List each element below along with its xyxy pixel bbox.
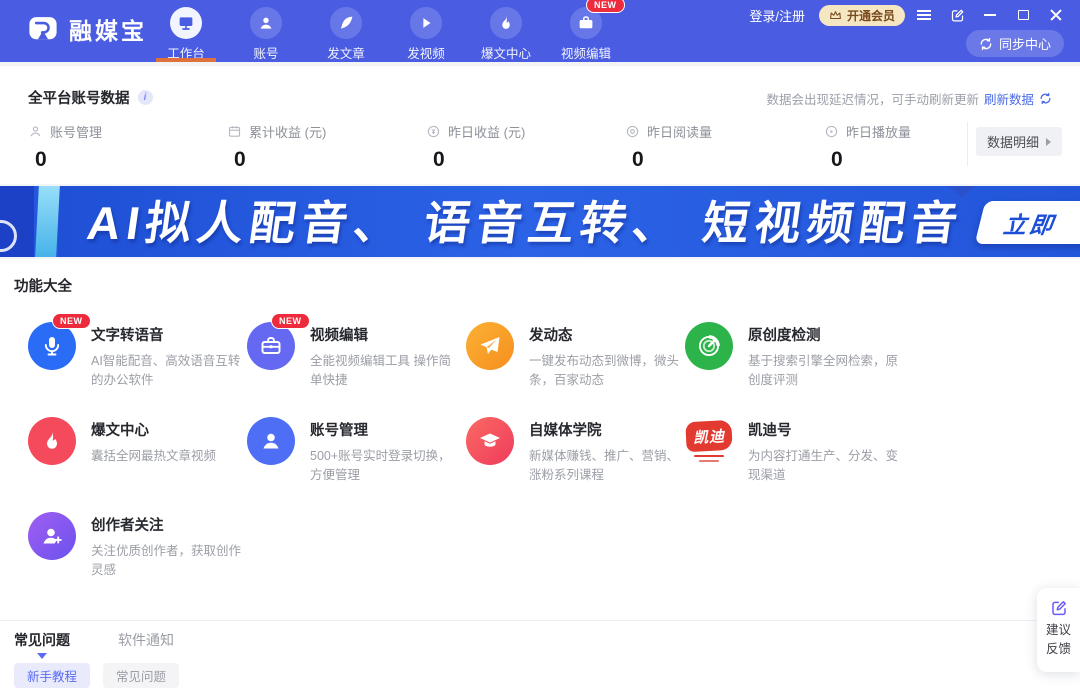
gauge-icon xyxy=(685,322,733,370)
logo-icon xyxy=(26,12,60,46)
calendar-icon xyxy=(227,124,242,139)
feature-tts[interactable]: NEW 文字转语音 AI智能配音、高效语音互转的办公软件 xyxy=(28,312,247,407)
stat-value: 0 xyxy=(35,148,227,172)
new-badge: NEW xyxy=(271,313,310,329)
feature-account-manage[interactable]: 账号管理 500+账号实时登录切换，方便管理 xyxy=(247,407,466,502)
maximize-icon xyxy=(1018,10,1029,20)
stats-title: 全平台账号数据 xyxy=(28,87,130,108)
feature-hot-center[interactable]: 爆文中心 囊括全网最热文章视频 xyxy=(28,407,247,502)
user-icon xyxy=(250,7,282,39)
feature-creator-follow[interactable]: 创作者关注 关注优质创作者，获取创作灵感 xyxy=(28,502,247,597)
minimize-button[interactable] xyxy=(976,1,1004,29)
sync-icon xyxy=(979,37,993,51)
stat-value: 0 xyxy=(632,148,824,172)
crown-icon xyxy=(829,10,842,21)
stat-account-manage: 账号管理 0 xyxy=(28,122,227,172)
nav-item-video-edit[interactable]: NEW 视频编辑 xyxy=(546,0,626,62)
coin-icon xyxy=(426,124,441,139)
banner-cta-button[interactable]: 立即 xyxy=(975,201,1080,244)
plays-icon xyxy=(824,124,839,139)
stat-yesterday-reads: 昨日阅读量 0 xyxy=(625,122,824,172)
divider xyxy=(0,620,1080,621)
stats-row: 账号管理 0 累计收益 (元) 0 昨日收益 (元) 0 xyxy=(28,122,1023,172)
nav-item-hot-center[interactable]: 爆文中心 xyxy=(466,0,546,62)
kaidi-logo: 凯迪 xyxy=(685,417,733,465)
faq-pill-row: 新手教程 常见问题 xyxy=(14,663,179,688)
data-detail-button[interactable]: 数据明细 xyxy=(976,127,1062,156)
feature-originality-check[interactable]: 原创度检测 基于搜索引擎全网检索，原创度评测 xyxy=(685,312,904,407)
monitor-icon xyxy=(170,7,202,39)
banner-accent-stripe xyxy=(35,186,60,257)
flame-icon xyxy=(28,417,76,465)
feature-kaidi[interactable]: 凯迪 凯迪号 为内容打通生产、分发、变现渠道 xyxy=(685,407,904,502)
close-button[interactable] xyxy=(1042,1,1070,29)
stat-yesterday-income: 昨日收益 (元) 0 xyxy=(426,122,625,172)
feature-post-moments[interactable]: 发动态 一键发布动态到微博，微头条，百家动态 xyxy=(466,312,685,407)
hamburger-icon xyxy=(917,10,931,20)
edit-icon xyxy=(950,8,965,23)
nav-item-account[interactable]: 账号 xyxy=(226,0,306,62)
feature-video-edit[interactable]: NEW 视频编辑 全能视频编辑工具 操作简单快捷 xyxy=(247,312,466,407)
feedback-label: 建议反馈 xyxy=(1046,621,1071,660)
tab-faq[interactable]: 常见问题 xyxy=(14,630,70,650)
play-icon xyxy=(410,7,442,39)
divider xyxy=(967,122,968,166)
vip-button[interactable]: 开通会员 xyxy=(819,5,905,26)
refresh-icon[interactable] xyxy=(1039,92,1052,105)
tab-software-notice[interactable]: 软件通知 xyxy=(118,630,174,650)
new-badge: NEW xyxy=(52,313,91,329)
paper-plane-icon xyxy=(466,322,514,370)
refresh-data-link[interactable]: 刷新数据 xyxy=(984,89,1034,108)
user-icon xyxy=(247,417,295,465)
promo-banner[interactable]: AI拟人配音、 语音互转、 短视频配音 立即 xyxy=(0,186,1080,257)
edit-icon xyxy=(1050,599,1068,617)
app-title: 融媒宝 xyxy=(69,12,147,46)
faq-button[interactable]: 常见问题 xyxy=(103,663,179,688)
new-badge: NEW xyxy=(586,0,625,13)
menu-button[interactable] xyxy=(910,1,938,29)
stat-value: 0 xyxy=(234,148,426,172)
faq-tabs: 常见问题 软件通知 xyxy=(14,630,174,650)
title-bar: 融媒宝 工作台 账号 发文章 xyxy=(0,0,1080,62)
nav-item-post-video[interactable]: 发视频 xyxy=(386,0,466,62)
info-icon[interactable]: i xyxy=(138,90,153,105)
features-section-title: 功能大全 xyxy=(14,275,72,296)
stat-value: 0 xyxy=(433,148,625,172)
stats-delay-notice: 数据会出现延迟情况，可手动刷新更新 xyxy=(766,89,979,108)
nav-item-post-article[interactable]: 发文章 xyxy=(306,0,386,62)
login-register-link[interactable]: 登录/注册 xyxy=(749,6,805,25)
feature-media-academy[interactable]: 自媒体学院 新媒体赚钱、推广、营销、涨粉系列课程 xyxy=(466,407,685,502)
banner-prev-slide-edge xyxy=(0,186,34,257)
banner-headline: AI拟人配音、 语音互转、 短视频配音 xyxy=(83,187,968,253)
account-stats-panel: 全平台账号数据 i 数据会出现延迟情况，可手动刷新更新 刷新数据 账号管理 0 xyxy=(0,66,1080,184)
maximize-button[interactable] xyxy=(1009,1,1037,29)
main-nav: 工作台 账号 发文章 发视频 xyxy=(146,0,626,62)
nav-item-workbench[interactable]: 工作台 xyxy=(146,0,226,62)
chevron-right-icon xyxy=(1046,138,1051,146)
feedback-float-button[interactable]: 建议反馈 xyxy=(1037,588,1080,672)
window-controls: 登录/注册 开通会员 xyxy=(749,0,1070,30)
app-logo: 融媒宝 xyxy=(26,12,147,46)
main-content: 功能大全 NEW 文字转语音 AI智能配音、高效语音互转的办公软件 NEW xyxy=(0,259,1080,692)
graduation-cap-icon xyxy=(466,417,514,465)
reads-icon xyxy=(625,124,640,139)
flame-icon xyxy=(490,7,522,39)
user-plus-icon xyxy=(28,512,76,560)
close-icon xyxy=(1050,9,1062,21)
beginner-tutorial-button[interactable]: 新手教程 xyxy=(14,663,90,688)
microphone-icon: NEW xyxy=(28,322,76,370)
feather-icon xyxy=(330,7,362,39)
feedback-edit-button[interactable] xyxy=(943,1,971,29)
sync-center-button[interactable]: 同步中心 xyxy=(966,30,1064,57)
feature-grid: NEW 文字转语音 AI智能配音、高效语音互转的办公软件 NEW 视频编辑 全能… xyxy=(28,312,904,597)
toolbox-icon: NEW xyxy=(247,322,295,370)
stat-total-income: 累计收益 (元) 0 xyxy=(227,122,426,172)
user-icon xyxy=(28,124,43,139)
minimize-icon xyxy=(984,14,996,16)
app-window: 融媒宝 工作台 账号 发文章 xyxy=(0,0,1080,692)
